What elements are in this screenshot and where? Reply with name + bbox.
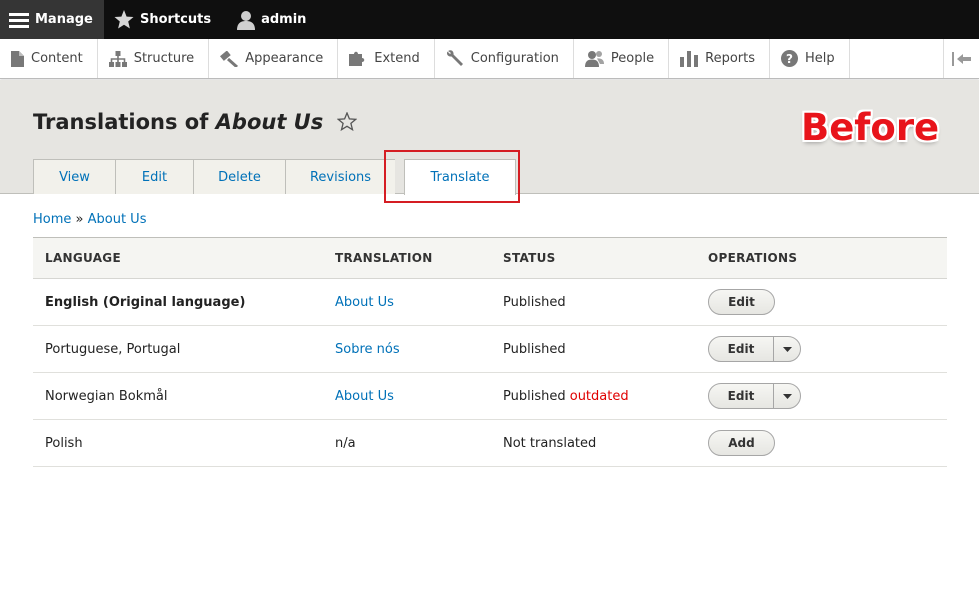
- column-header-language: LANGUAGE: [45, 251, 121, 265]
- paint-icon: [220, 50, 239, 67]
- wrench-icon: [446, 50, 463, 66]
- column-header-translation: TRANSLATION: [335, 251, 433, 265]
- column-header-operations: OPERATIONS: [708, 251, 798, 265]
- user-label: admin: [261, 12, 307, 27]
- operations-cell: Edit: [696, 336, 947, 362]
- bar-chart-icon: [680, 50, 699, 67]
- menu-item-appearance[interactable]: Appearance: [209, 39, 339, 78]
- status-cell: Published: [491, 342, 696, 357]
- edit-button[interactable]: Edit: [709, 384, 774, 408]
- tab-delete[interactable]: Delete: [193, 159, 285, 194]
- table-row: Norwegian Bokmål About Us Published outd…: [33, 373, 947, 420]
- page-title-node: About Us: [215, 110, 324, 134]
- manage-tab[interactable]: Manage: [0, 0, 104, 39]
- menu-item-content[interactable]: Content: [0, 39, 98, 78]
- highlight-box: [384, 150, 520, 203]
- operations-cell: Add: [696, 430, 947, 456]
- breadcrumb-separator: »: [71, 212, 88, 227]
- page-title-prefix: Translations of: [33, 110, 216, 134]
- translation-link[interactable]: Sobre nós: [335, 342, 400, 357]
- menu-item-label: Help: [805, 51, 835, 66]
- menu-item-help[interactable]: ? Help: [770, 39, 850, 78]
- table-header: LANGUAGE TRANSLATION STATUS OPERATIONS: [33, 237, 947, 279]
- status-text: Published: [503, 388, 570, 404]
- tray-spacer: [850, 39, 943, 78]
- dropbutton-toggle[interactable]: [774, 346, 800, 352]
- toolbar-orientation-toggle[interactable]: [943, 39, 979, 78]
- menu-item-label: Appearance: [245, 51, 324, 66]
- menu-item-label: Structure: [133, 51, 195, 66]
- people-icon: [584, 51, 604, 67]
- breadcrumb: Home » About Us: [33, 212, 146, 227]
- table-row: English (Original language) About Us Pub…: [33, 279, 947, 326]
- caret-down-icon: [782, 393, 792, 399]
- edit-dropbutton: Edit: [708, 383, 801, 409]
- edit-button[interactable]: Edit: [709, 337, 774, 361]
- edit-button[interactable]: Edit: [708, 289, 775, 315]
- menu-item-label: Extend: [374, 51, 420, 66]
- status-cell: Published outdated: [491, 389, 696, 404]
- edit-dropbutton: Edit: [708, 336, 801, 362]
- help-icon: ?: [781, 50, 798, 67]
- menu-item-label: People: [610, 51, 655, 66]
- column-header-status: STATUS: [503, 251, 556, 265]
- table-row: Polish n/a Not translated Add: [33, 420, 947, 467]
- menu-item-structure[interactable]: Structure: [98, 39, 210, 78]
- status-cell: Not translated: [491, 436, 696, 451]
- before-annotation: Before: [801, 106, 940, 149]
- user-icon: [237, 10, 256, 30]
- admin-toolbar: Manage Shortcuts admin: [0, 0, 979, 39]
- translation-link[interactable]: About Us: [335, 389, 394, 404]
- caret-down-icon: [782, 346, 792, 352]
- puzzle-icon: [349, 51, 365, 66]
- file-icon: [11, 50, 24, 67]
- menu-item-label: Configuration: [470, 51, 559, 66]
- tab-view[interactable]: View: [33, 159, 115, 194]
- manage-label: Manage: [35, 12, 93, 27]
- status-text: Published: [503, 341, 566, 357]
- table-row: Portuguese, Portugal Sobre nós Published…: [33, 326, 947, 373]
- admin-menu-tray: Content Structure Appearance Extend Conf…: [0, 39, 979, 79]
- status-text: Published: [503, 294, 566, 310]
- menu-item-people[interactable]: People: [574, 39, 670, 78]
- status-text: Not translated: [503, 435, 597, 451]
- menu-item-extend[interactable]: Extend: [338, 39, 435, 78]
- translations-table: LANGUAGE TRANSLATION STATUS OPERATIONS E…: [33, 237, 947, 467]
- shortcut-star-icon[interactable]: [336, 112, 357, 131]
- language-cell: Polish: [45, 435, 83, 451]
- language-cell: Norwegian Bokmål: [45, 388, 168, 404]
- menu-item-label: Reports: [705, 51, 755, 66]
- translation-cell: n/a: [335, 435, 356, 451]
- status-cell: Published: [491, 295, 696, 310]
- breadcrumb-home[interactable]: Home: [33, 212, 71, 227]
- outdated-badge: outdated: [569, 388, 629, 404]
- sitemap-icon: [108, 50, 127, 67]
- menu-item-reports[interactable]: Reports: [669, 39, 770, 78]
- tab-revisions[interactable]: Revisions: [285, 159, 395, 194]
- tab-edit[interactable]: Edit: [115, 159, 193, 194]
- shortcuts-label: Shortcuts: [140, 12, 212, 27]
- dropbutton-toggle[interactable]: [774, 393, 800, 399]
- language-cell: English (Original language): [45, 294, 246, 310]
- language-cell: Portuguese, Portugal: [45, 341, 181, 357]
- shortcuts-tab[interactable]: Shortcuts: [104, 0, 221, 39]
- hamburger-icon: [9, 12, 29, 28]
- collapse-left-icon: [952, 51, 971, 66]
- operations-cell: Edit: [696, 289, 947, 315]
- breadcrumb-current[interactable]: About Us: [88, 212, 147, 227]
- page-title: Translations of About Us: [33, 110, 357, 134]
- menu-item-label: Content: [31, 51, 83, 66]
- user-tab[interactable]: admin: [221, 0, 316, 39]
- add-button[interactable]: Add: [708, 430, 775, 456]
- svg-text:?: ?: [786, 52, 793, 66]
- star-icon: [114, 10, 134, 29]
- operations-cell: Edit: [696, 383, 947, 409]
- translation-link[interactable]: About Us: [335, 295, 394, 310]
- menu-item-configuration[interactable]: Configuration: [435, 39, 574, 78]
